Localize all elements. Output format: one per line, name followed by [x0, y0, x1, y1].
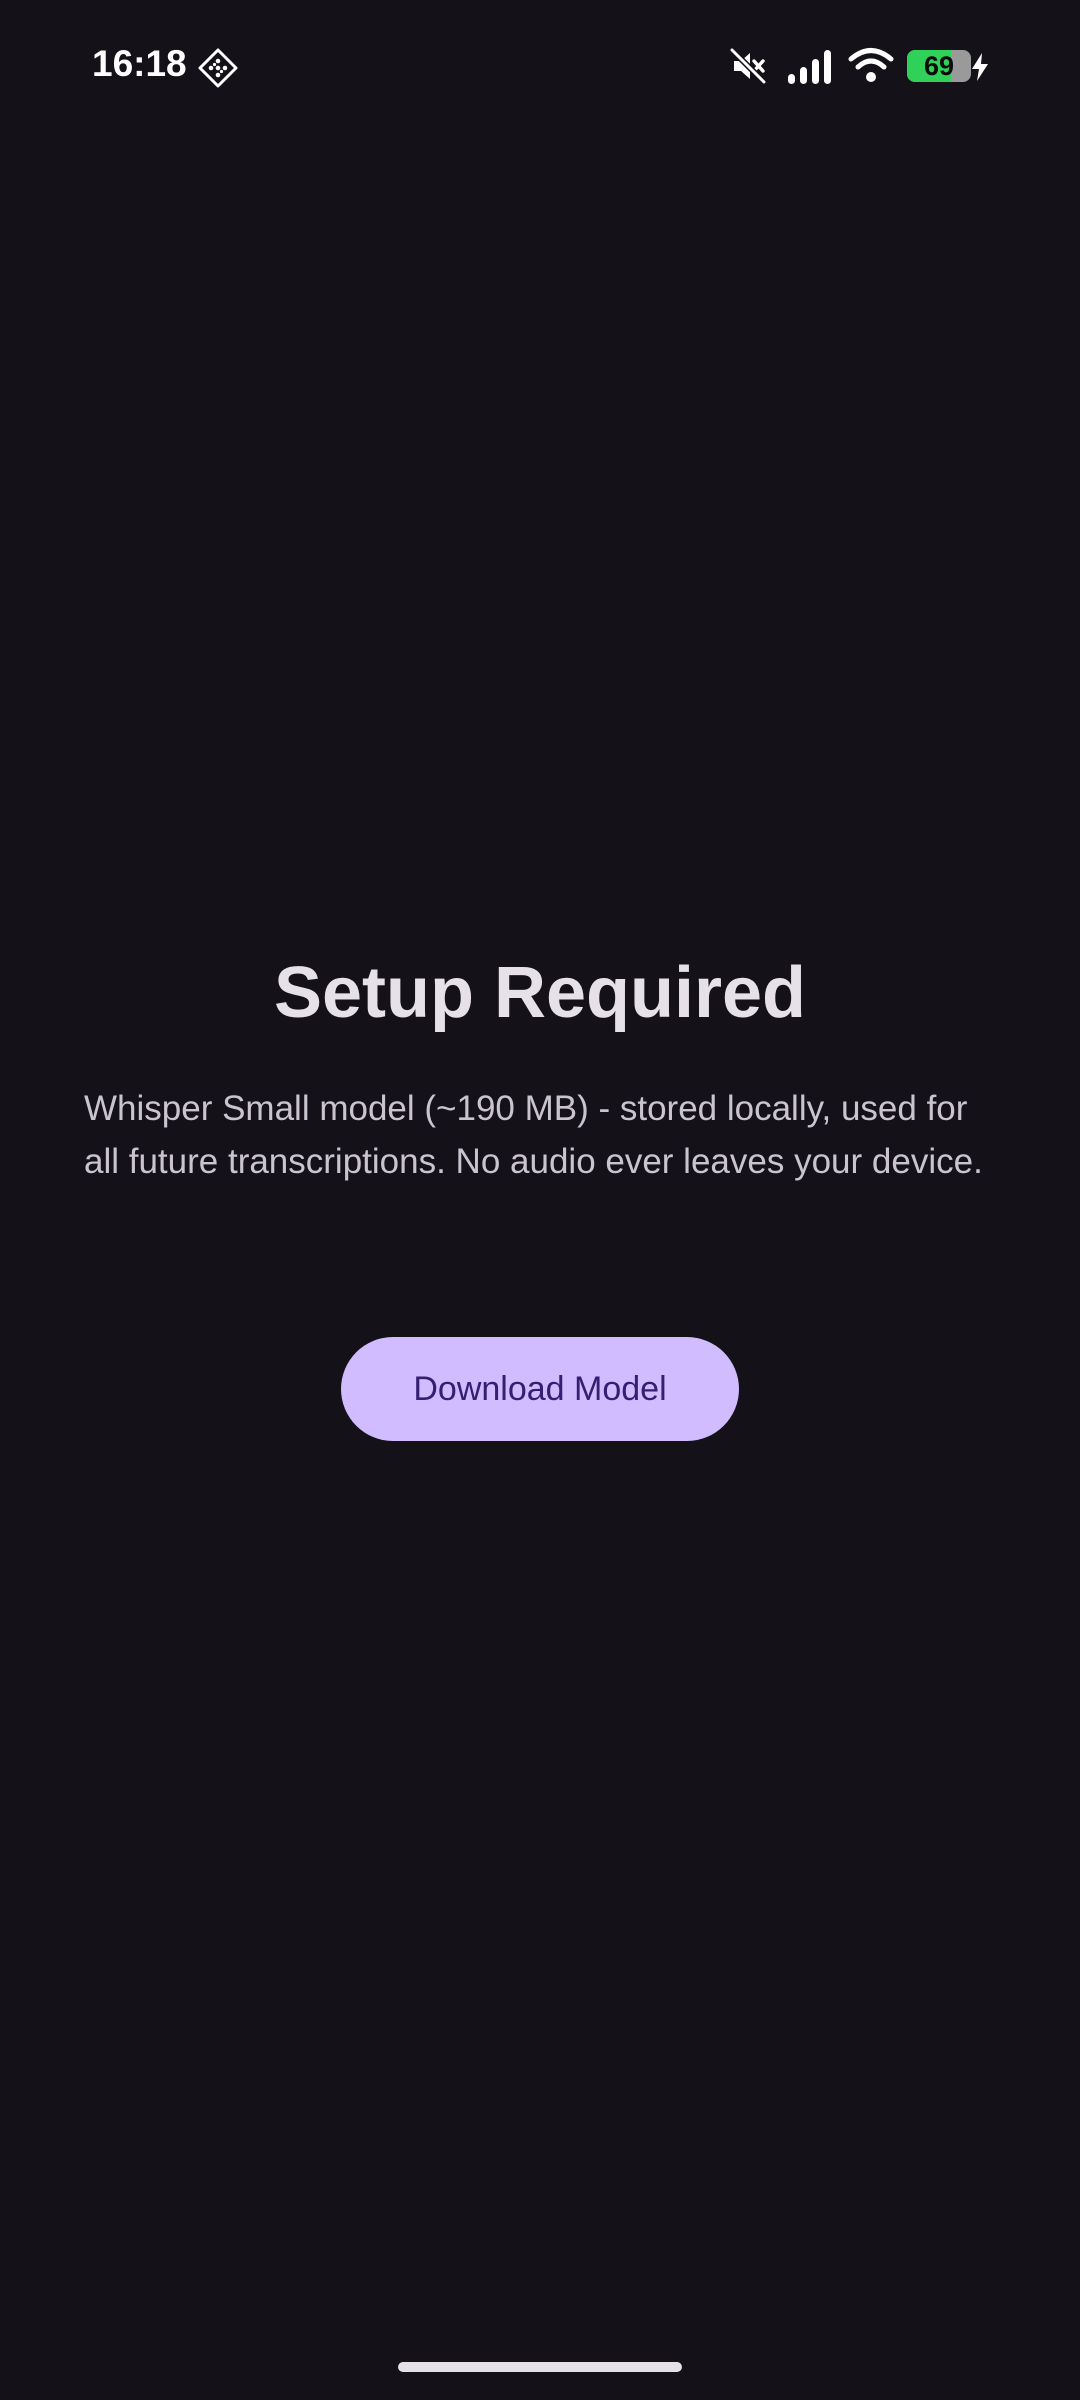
- status-bar: 16:18 69: [0, 0, 1080, 130]
- page-title: Setup Required: [273, 953, 807, 1033]
- model-description: Whisper Small model (~190 MB) - stored l…: [84, 1089, 983, 1181]
- mute-icon: [729, 47, 767, 85]
- gesture-nav-handle[interactable]: [398, 2362, 682, 2372]
- battery-icon: 69: [907, 50, 971, 82]
- download-model-button[interactable]: Download Model: [341, 1337, 739, 1441]
- battery-level: 69: [923, 51, 955, 81]
- signal-icon: [788, 50, 831, 84]
- charging-icon: [972, 53, 988, 81]
- status-icons: 69: [0, 44, 1080, 90]
- wifi-icon: [848, 48, 894, 82]
